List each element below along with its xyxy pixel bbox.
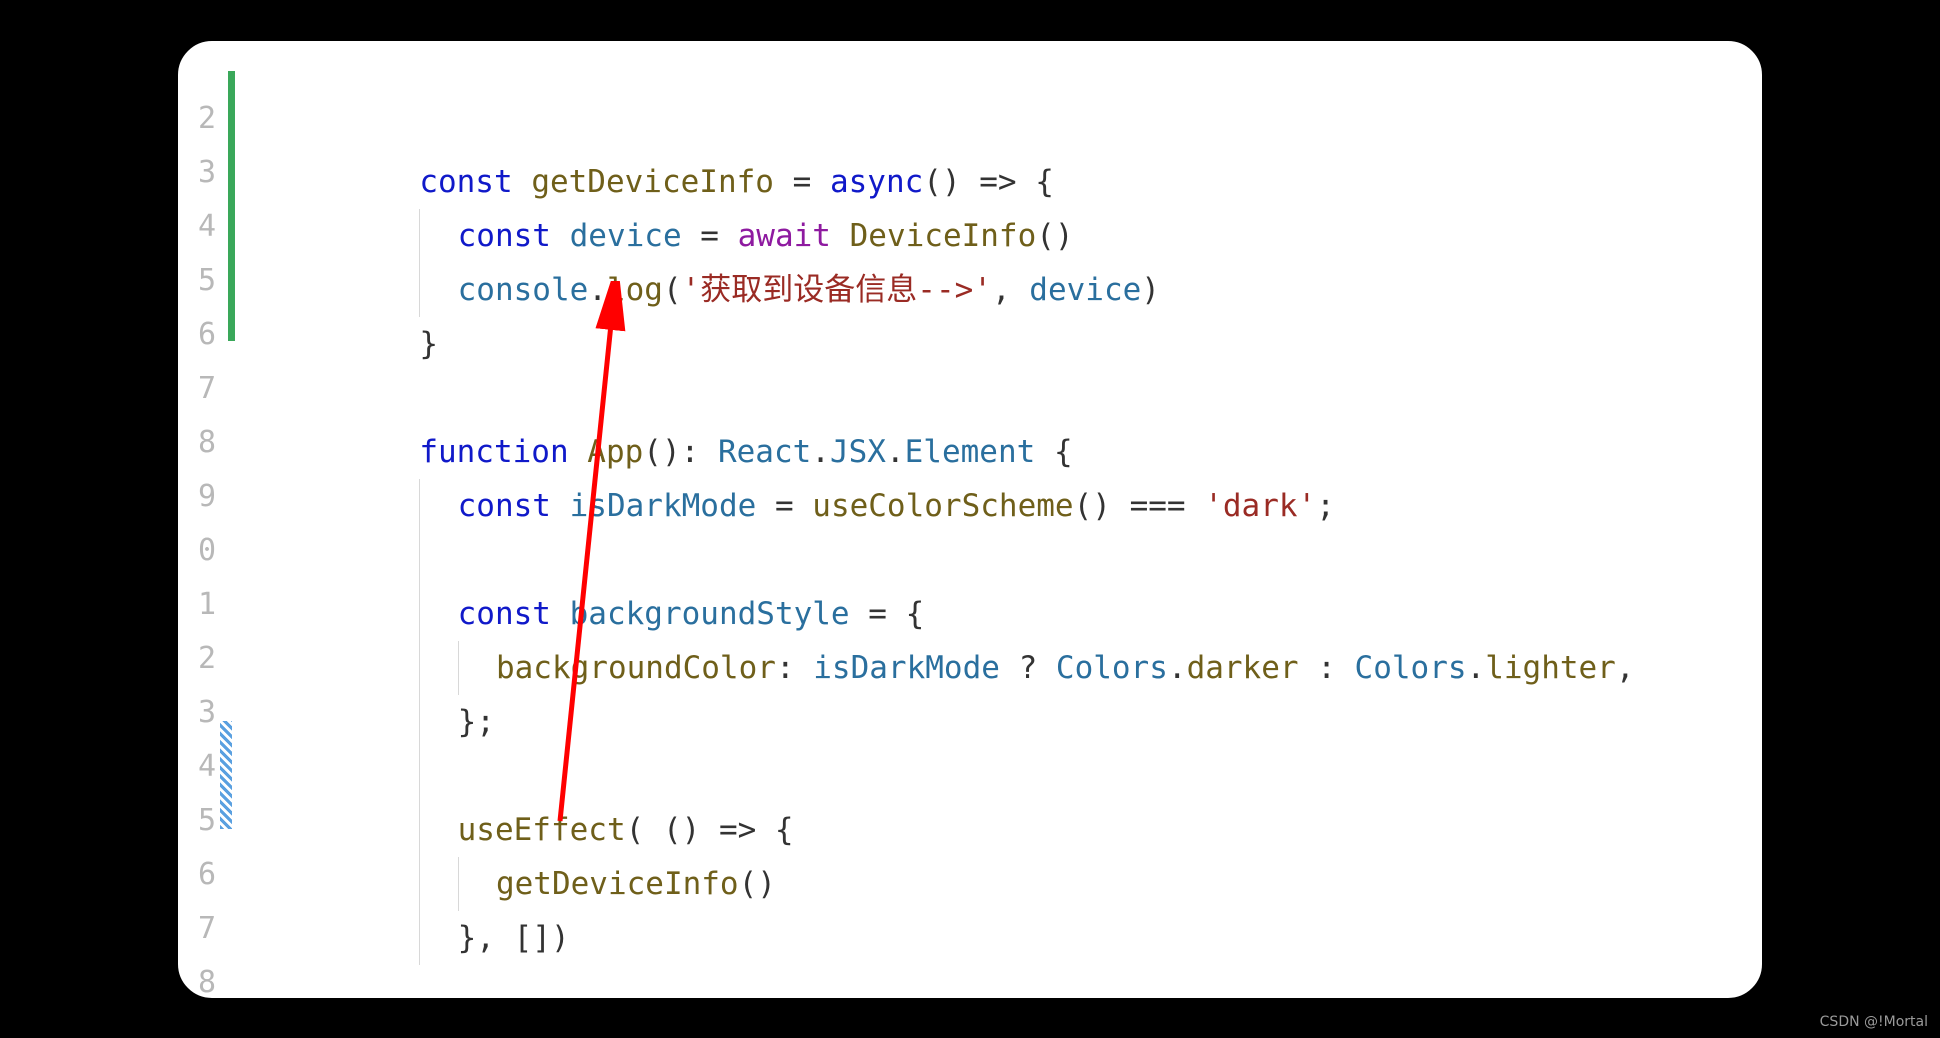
code-editor-panel: 2 3 4 5 6 7 8 9 0 1 2 3 4 5 6 7 8 const … (174, 37, 1766, 1002)
line-number: 4 (182, 209, 216, 244)
line-number: 3 (182, 155, 216, 190)
line-number-gutter: 2 3 4 5 6 7 8 9 0 1 2 3 4 5 6 7 8 (178, 71, 220, 998)
line-number: 4 (182, 749, 216, 784)
line-number: 5 (182, 803, 216, 838)
line-number: 6 (182, 317, 216, 352)
line-number: 3 (182, 695, 216, 730)
line-number: 5 (182, 263, 216, 298)
line-number: 9 (182, 479, 216, 514)
line-number: 6 (182, 857, 216, 892)
line-number: 8 (182, 965, 216, 1000)
line-number: 2 (182, 641, 216, 676)
line-number: 2 (182, 101, 216, 136)
token-brace: } (419, 326, 438, 362)
line-number: 8 (182, 425, 216, 460)
line-number: 7 (182, 911, 216, 946)
editor: 2 3 4 5 6 7 8 9 0 1 2 3 4 5 6 7 8 const … (178, 41, 1762, 998)
line-number: 1 (182, 587, 216, 622)
code-line[interactable]: }, []) (270, 857, 1742, 1002)
line-number: 7 (182, 371, 216, 406)
line-number: 0 (182, 533, 216, 568)
watermark: CSDN @!Mortal (1820, 1014, 1928, 1030)
code-area[interactable]: const getDeviceInfo = async() => { const… (220, 71, 1762, 998)
token-punct: }, []) (458, 920, 570, 956)
